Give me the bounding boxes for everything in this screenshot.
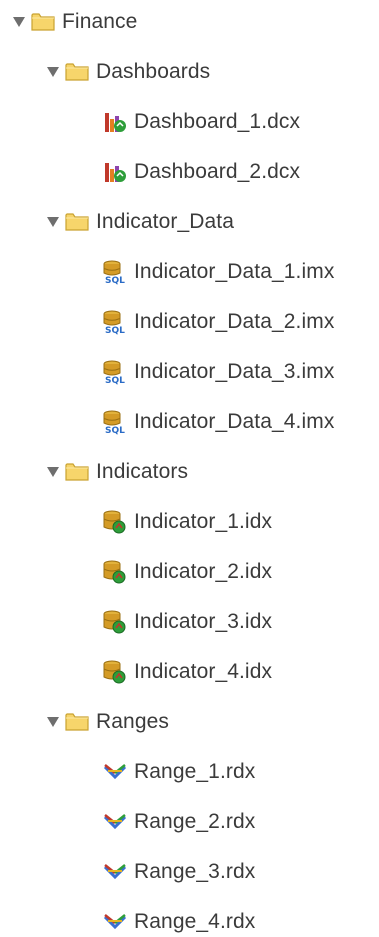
sql-database-icon: SQL	[102, 309, 128, 335]
tree-node-label: Indicators	[96, 460, 189, 483]
dashboard-file-icon	[102, 159, 128, 185]
tree-file-label: Indicator_Data_4.imx	[134, 410, 335, 433]
tree-file-label: Indicator_4.idx	[134, 660, 273, 683]
tree-file-label: Range_3.rdx	[134, 860, 256, 883]
tree-node-label: Ranges	[96, 710, 169, 733]
tree-file-range-3[interactable]: Range_3.rdx	[102, 857, 255, 887]
svg-text:SQL: SQL	[105, 326, 125, 335]
tree-node-indicator-data[interactable]: Indicator_Data	[46, 207, 234, 237]
sql-database-icon: SQL	[102, 359, 128, 385]
tree-node-label: Indicator_Data	[96, 210, 234, 233]
sql-database-icon: SQL	[102, 259, 128, 285]
tree-file-indicator-data-2[interactable]: SQL Indicator_Data_2.imx	[102, 307, 334, 337]
project-tree: Finance Dashboards Dashboard_1.dcx Dashb…	[0, 0, 379, 937]
tree-file-indicator-data-3[interactable]: SQL Indicator_Data_3.imx	[102, 357, 334, 387]
indicator-database-icon	[102, 609, 128, 635]
tree-file-indicator-4[interactable]: Indicator_4.idx	[102, 657, 272, 687]
expand-arrow-icon[interactable]	[46, 215, 60, 229]
expand-arrow-icon[interactable]	[12, 15, 26, 29]
tree-file-range-4[interactable]: Range_4.rdx	[102, 907, 255, 937]
tree-file-label: Range_2.rdx	[134, 810, 256, 833]
tree-file-label: Range_4.rdx	[134, 910, 256, 933]
tree-file-indicator-1[interactable]: Indicator_1.idx	[102, 507, 272, 537]
tree-file-indicator-2[interactable]: Indicator_2.idx	[102, 557, 272, 587]
tree-file-label: Dashboard_1.dcx	[134, 110, 301, 133]
tree-file-label: Indicator_2.idx	[134, 560, 273, 583]
tree-node-ranges[interactable]: Ranges	[46, 707, 169, 737]
folder-icon	[64, 209, 90, 235]
svg-text:SQL: SQL	[105, 376, 125, 385]
range-icon	[102, 859, 128, 885]
tree-file-dashboard-2[interactable]: Dashboard_2.dcx	[102, 157, 300, 187]
folder-icon	[30, 9, 56, 35]
tree-node-label: Finance	[62, 10, 138, 33]
tree-file-label: Indicator_1.idx	[134, 510, 273, 533]
svg-text:SQL: SQL	[105, 426, 125, 435]
tree-node-finance[interactable]: Finance	[12, 7, 137, 37]
tree-file-label: Range_1.rdx	[134, 760, 256, 783]
indicator-database-icon	[102, 659, 128, 685]
range-icon	[102, 759, 128, 785]
tree-node-indicators[interactable]: Indicators	[46, 457, 188, 487]
indicator-database-icon	[102, 509, 128, 535]
range-icon	[102, 809, 128, 835]
tree-file-label: Indicator_3.idx	[134, 610, 273, 633]
sql-database-icon: SQL	[102, 409, 128, 435]
tree-file-range-1[interactable]: Range_1.rdx	[102, 757, 255, 787]
tree-file-label: Indicator_Data_3.imx	[134, 360, 335, 383]
expand-arrow-icon[interactable]	[46, 715, 60, 729]
tree-file-label: Indicator_Data_1.imx	[134, 260, 335, 283]
tree-file-indicator-data-4[interactable]: SQL Indicator_Data_4.imx	[102, 407, 334, 437]
tree-file-label: Dashboard_2.dcx	[134, 160, 301, 183]
range-icon	[102, 909, 128, 935]
tree-file-indicator-3[interactable]: Indicator_3.idx	[102, 607, 272, 637]
expand-arrow-icon[interactable]	[46, 65, 60, 79]
tree-node-dashboards[interactable]: Dashboards	[46, 57, 210, 87]
folder-icon	[64, 459, 90, 485]
tree-file-dashboard-1[interactable]: Dashboard_1.dcx	[102, 107, 300, 137]
expand-arrow-icon[interactable]	[46, 465, 60, 479]
folder-icon	[64, 59, 90, 85]
tree-file-indicator-data-1[interactable]: SQL Indicator_Data_1.imx	[102, 257, 334, 287]
tree-node-label: Dashboards	[96, 60, 211, 83]
tree-file-range-2[interactable]: Range_2.rdx	[102, 807, 255, 837]
tree-file-label: Indicator_Data_2.imx	[134, 310, 335, 333]
svg-text:SQL: SQL	[105, 276, 125, 285]
folder-icon	[64, 709, 90, 735]
dashboard-file-icon	[102, 109, 128, 135]
indicator-database-icon	[102, 559, 128, 585]
